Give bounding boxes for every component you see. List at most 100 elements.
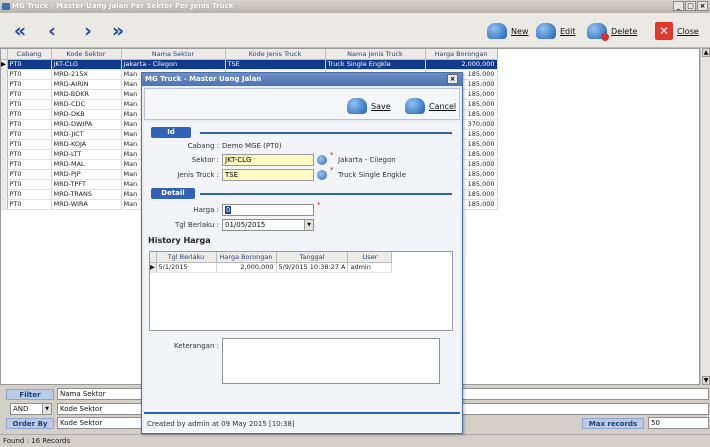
harga-input[interactable]: 0 [222,204,314,216]
table-cell: MRD-BDKR [51,89,122,100]
dialog-close-button[interactable]: × [447,74,458,84]
hist-col-user[interactable]: User [347,252,393,263]
table-cell: MRD-215X [51,69,122,80]
col-nama-jenis-truck[interactable]: Nama Jenis Truck [325,49,426,60]
tgl-berlaku-picker[interactable]: 01/05/2015 ▼ [222,219,314,231]
created-by-text: Created by admin at 09 May 2015 [10:38] [147,420,295,428]
window-close-button[interactable]: × [697,1,708,11]
history-title: History Harga [148,236,211,245]
main-toolbar: « ‹ › » New Edit Delete ✕ Close [0,13,710,48]
jenis-truck-label: Jenis Truck : [177,171,219,179]
table-cell: PT0 [7,159,52,170]
scroll-up-icon[interactable]: ▲ [702,48,710,57]
dialog-toolbar: Save Cancel [144,88,460,120]
table-cell: PT0 [7,199,52,210]
cancel-label: Cancel [429,101,457,111]
prev-record-button[interactable]: ‹ [40,20,64,42]
cancel-icon [405,98,425,114]
table-cell: MRD-DKB [51,109,122,120]
table-cell: PT0 [7,149,52,160]
save-icon [347,98,367,114]
table-cell: 2,000,000 [425,59,498,70]
maximize-button[interactable]: □ [685,1,696,11]
history-grid[interactable]: Tgl Berlaku Harga Borongan Tanggal User … [149,251,453,331]
table-cell: PT0 [7,189,52,200]
table-cell: MRD-DWIPA [51,119,122,130]
table-cell: PT0 [7,59,52,70]
dialog-body: Id Cabang : Demo MGE (PT0) Sektor : JKT-… [144,122,460,411]
dialog-footer: Created by admin at 09 May 2015 [10:38] [144,412,460,433]
app-icon [2,3,10,10]
table-cell: MRD-AIRIN [51,79,122,90]
table-cell: Truck Single Engkle [325,59,426,70]
order-by-label: Order By [6,418,54,429]
table-cell: MRD-KOJA [51,139,122,150]
save-label: Save [371,101,391,111]
new-label: New [511,26,529,36]
history-row[interactable]: ▶ 5/1/2015 2,000,000 5/9/2015 10:38:27 Aadm… [150,262,393,273]
save-button[interactable]: Save [347,96,391,116]
col-cabang[interactable]: Cabang [7,49,52,60]
calendar-dropdown-icon[interactable]: ▼ [304,220,313,230]
edit-label: Edit [560,26,576,36]
tgl-berlaku-value: 01/05/2015 [225,221,266,229]
table-cell: PT0 [7,119,52,130]
edit-icon [536,23,556,39]
last-record-button[interactable]: » [106,20,130,42]
table-row[interactable]: ▶ PT0 JKT-CLG Jakarta - Cilegon TSE Truck Sin… [1,59,498,70]
sektor-input[interactable]: JKT-CLG [222,154,314,166]
close-button[interactable]: ✕ Close [655,21,699,41]
sektor-required-mark: * [330,151,334,159]
window-titlebar: MG Truck - Master Uang Jalan Per Sektor … [0,0,710,13]
tgl-berlaku-label: Tgl Berlaku : [175,221,219,229]
hist-col-tgl[interactable]: Tgl Berlaku [156,252,217,263]
table-cell: PT0 [7,69,52,80]
table-cell: PT0 [7,89,52,100]
jenis-required-mark: * [330,166,334,174]
next-record-button[interactable]: › [76,20,100,42]
history-cell: 2,000,000 [216,262,277,273]
table-cell: JKT-CLG [51,59,122,70]
dialog-titlebar: MG Truck - Master Uang Jalan × [142,73,462,86]
col-kode-sektor[interactable]: Kode Sektor [51,49,122,60]
jenis-truck-name: Truck Single Engkle [338,171,407,179]
sektor-search-icon[interactable] [317,155,327,165]
keterangan-textarea[interactable] [222,338,440,384]
delete-button[interactable]: Delete [587,21,637,41]
jenis-truck-search-icon[interactable] [317,170,327,180]
id-section-header: Id [151,127,191,138]
cancel-button[interactable]: Cancel [405,96,456,116]
edit-button[interactable]: Edit [536,21,576,41]
first-record-button[interactable]: « [8,20,32,42]
jenis-truck-input[interactable]: TSE [222,169,314,181]
order-by-input[interactable]: Kode Sektor [57,417,143,429]
table-cell: PT0 [7,169,52,180]
max-records-input[interactable]: 50 [648,417,709,429]
table-cell: MRD-TPFT [51,179,122,190]
table-cell: PT0 [7,179,52,190]
scroll-down-icon[interactable]: ▼ [702,376,710,385]
new-icon [487,23,507,39]
window-title: MG Truck - Master Uang Jalan Per Sektor … [12,2,234,10]
col-kode-jenis-truck[interactable]: Kode Jenis Truck [225,49,326,60]
status-bar: Found : 16 Records [0,434,710,447]
hist-col-tanggal[interactable]: Tanggal [276,252,349,263]
table-cell: MRD-WIRA [51,199,122,210]
chevron-down-icon[interactable]: ▼ [42,404,51,414]
table-cell: MRD-TRANS [51,189,122,200]
col-harga-borongan[interactable]: Harga Borongan [425,49,498,60]
col-nama-sektor[interactable]: Nama Sektor [121,49,226,60]
records-count: Found : 16 Records [3,437,71,445]
table-cell: PT0 [7,99,52,110]
new-button[interactable]: New [487,21,528,41]
logic-operator-select[interactable]: AND ▼ [10,403,52,415]
filter-label: Filter [6,389,54,400]
delete-icon [587,23,609,41]
minimize-button[interactable]: _ [673,1,684,11]
table-cell: PT0 [7,79,52,90]
hist-col-harga[interactable]: Harga Borongan [216,252,277,263]
table-cell: MRD-JICT [51,129,122,140]
harga-label: Harga : [193,206,219,214]
grid-vertical-scrollbar[interactable]: ▲ ▼ [700,48,710,385]
sektor-label: Sektor : [191,156,219,164]
